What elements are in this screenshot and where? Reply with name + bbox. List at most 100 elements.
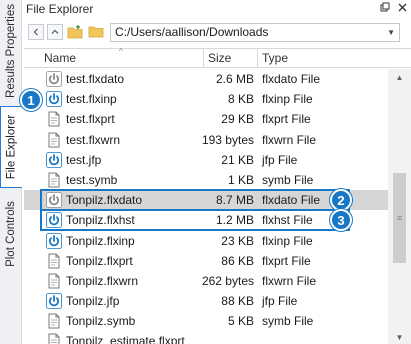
document-icon bbox=[46, 111, 62, 127]
tab-plot-controls-label: Plot Controls bbox=[5, 201, 17, 267]
file-name: test.symb bbox=[66, 172, 118, 187]
chevron-down-icon[interactable]: ▼ bbox=[387, 28, 395, 37]
callout-2: 2 bbox=[330, 189, 352, 211]
file-size: 88 KB bbox=[221, 294, 254, 309]
file-size: 86 KB bbox=[221, 253, 254, 268]
file-row[interactable]: test.flxprt 29 KB flxprt File bbox=[24, 109, 388, 129]
scroll-down-icon[interactable]: ▼ bbox=[388, 329, 411, 344]
file-row[interactable]: Tonpilz.jfp 88 KB jfp File bbox=[24, 291, 388, 311]
folder-new-icon bbox=[67, 25, 82, 39]
vertical-scrollbar[interactable]: ▲ ≡ ▼ bbox=[388, 69, 411, 344]
panel-titlebar: File Explorer bbox=[24, 0, 411, 17]
document-icon bbox=[46, 273, 62, 289]
file-explorer-panel: File Explorer C:/Users/aallison/Download… bbox=[24, 0, 411, 344]
document-icon bbox=[46, 333, 62, 344]
file-type: flxwrn File bbox=[262, 273, 317, 288]
path-value: C:/Users/aallison/Downloads bbox=[115, 25, 269, 39]
pin-icon[interactable] bbox=[380, 2, 390, 15]
file-list: ^ Name Size Type test.flxdato 2.6 MB flxda… bbox=[24, 47, 411, 344]
open-folder-button[interactable] bbox=[87, 24, 105, 40]
file-row[interactable]: Tonpilz.flxprt 86 KB flxprt File bbox=[24, 251, 388, 271]
column-header-type[interactable]: Type bbox=[258, 49, 388, 68]
file-type: flxinp File bbox=[262, 92, 313, 107]
file-size: 5 KB bbox=[227, 314, 254, 329]
file-name: test.jfp bbox=[66, 152, 102, 167]
file-type: symb File bbox=[262, 172, 314, 187]
callout-3: 3 bbox=[330, 209, 352, 231]
up-button[interactable] bbox=[47, 24, 63, 40]
file-name: test.flxwrn bbox=[66, 132, 121, 147]
file-size: 29 KB bbox=[221, 112, 254, 127]
file-row[interactable]: Tonpilz.symb 5 KB symb File bbox=[24, 311, 388, 331]
file-name: Tonpilz.flxdato bbox=[66, 193, 143, 208]
callout-1: 1 bbox=[20, 89, 42, 111]
file-size: 262 bytes bbox=[201, 273, 254, 288]
file-size: 23 KB bbox=[221, 233, 254, 248]
explorer-toolbar: C:/Users/aallison/Downloads ▼ bbox=[24, 20, 411, 44]
power-icon bbox=[46, 71, 62, 87]
chevron-up-icon bbox=[51, 29, 59, 34]
panel-title: File Explorer bbox=[26, 1, 94, 16]
document-icon bbox=[46, 172, 62, 188]
power-icon bbox=[46, 212, 62, 229]
power-icon bbox=[46, 151, 62, 168]
new-folder-button[interactable] bbox=[66, 24, 84, 40]
tab-plot-controls[interactable]: Plot Controls bbox=[0, 196, 22, 272]
file-row[interactable]: Tonpilz_estimate.flxprt bbox=[24, 331, 388, 344]
file-size: 1 KB bbox=[227, 172, 254, 187]
document-icon bbox=[46, 132, 62, 148]
scroll-up-icon[interactable]: ▲ bbox=[388, 69, 411, 85]
column-header-size[interactable]: Size bbox=[204, 49, 258, 68]
file-type: flxprt File bbox=[262, 253, 311, 268]
file-size: 1.2 MB bbox=[215, 213, 254, 228]
file-list-header: ^ Name Size Type bbox=[24, 47, 411, 68]
file-type: flxinp File bbox=[262, 233, 313, 248]
power-icon bbox=[46, 293, 62, 309]
tab-results-properties-label: Results Properties bbox=[5, 4, 17, 98]
file-row[interactable]: test.flxwrn 193 bytes flxwrn File bbox=[24, 130, 388, 150]
file-name: Tonpilz.flxinp bbox=[66, 233, 135, 248]
file-row[interactable]: test.jfp 21 KB jfp File bbox=[24, 150, 388, 170]
file-row[interactable]: test.symb 1 KB symb File bbox=[24, 170, 388, 190]
document-icon bbox=[46, 313, 62, 329]
back-button[interactable] bbox=[28, 24, 44, 40]
tab-file-explorer[interactable]: File Explorer bbox=[0, 106, 22, 188]
vertical-tab-strip: Results Properties File Explorer Plot Co… bbox=[0, 0, 22, 344]
file-type: flxdato File bbox=[262, 72, 321, 86]
file-name: test.flxinp bbox=[66, 92, 117, 107]
file-name: Tonpilz.symb bbox=[66, 314, 136, 329]
file-name: test.flxprt bbox=[66, 112, 115, 127]
path-combobox[interactable]: C:/Users/aallison/Downloads ▼ bbox=[110, 22, 400, 42]
file-size: 2.6 MB bbox=[215, 72, 254, 86]
file-name: Tonpilz.jfp bbox=[66, 294, 120, 309]
file-size: 21 KB bbox=[221, 152, 254, 167]
file-row[interactable]: test.flxdato 2.6 MB flxdato File bbox=[24, 69, 388, 89]
file-name: Tonpilz.flxhst bbox=[66, 213, 135, 228]
file-type: flxwrn File bbox=[262, 132, 317, 147]
file-row[interactable]: test.flxinp 8 KB flxinp File bbox=[24, 89, 388, 109]
power-icon bbox=[46, 232, 62, 249]
file-size: 8 KB bbox=[227, 92, 254, 107]
column-header-name[interactable]: Name bbox=[40, 49, 204, 68]
chevron-left-icon bbox=[33, 28, 38, 36]
file-row[interactable]: Tonpilz.flxinp 23 KB flxinp File bbox=[24, 231, 388, 251]
document-icon bbox=[46, 253, 62, 269]
file-row[interactable]: Tonpilz.flxwrn 262 bytes flxwrn File bbox=[24, 271, 388, 291]
file-type: symb File bbox=[262, 314, 314, 329]
file-name: Tonpilz_estimate.flxprt bbox=[66, 334, 185, 344]
file-type: jfp File bbox=[262, 152, 298, 167]
file-type: flxprt File bbox=[262, 112, 311, 127]
close-icon[interactable] bbox=[398, 3, 407, 15]
tab-file-explorer-label: File Explorer bbox=[5, 114, 18, 180]
file-size: 8.7 MB bbox=[215, 193, 254, 208]
file-name: Tonpilz.flxwrn bbox=[66, 273, 139, 288]
file-type: flxhst File bbox=[262, 213, 313, 228]
power-icon bbox=[46, 91, 62, 108]
file-type: flxdato File bbox=[262, 193, 321, 208]
file-name: Tonpilz.flxprt bbox=[66, 253, 133, 268]
scrollbar-thumb[interactable]: ≡ bbox=[393, 173, 406, 263]
file-size: 193 bytes bbox=[201, 132, 254, 147]
folder-icon bbox=[88, 26, 103, 38]
tab-results-properties[interactable]: Results Properties bbox=[0, 0, 22, 102]
file-name: test.flxdato bbox=[66, 72, 125, 86]
